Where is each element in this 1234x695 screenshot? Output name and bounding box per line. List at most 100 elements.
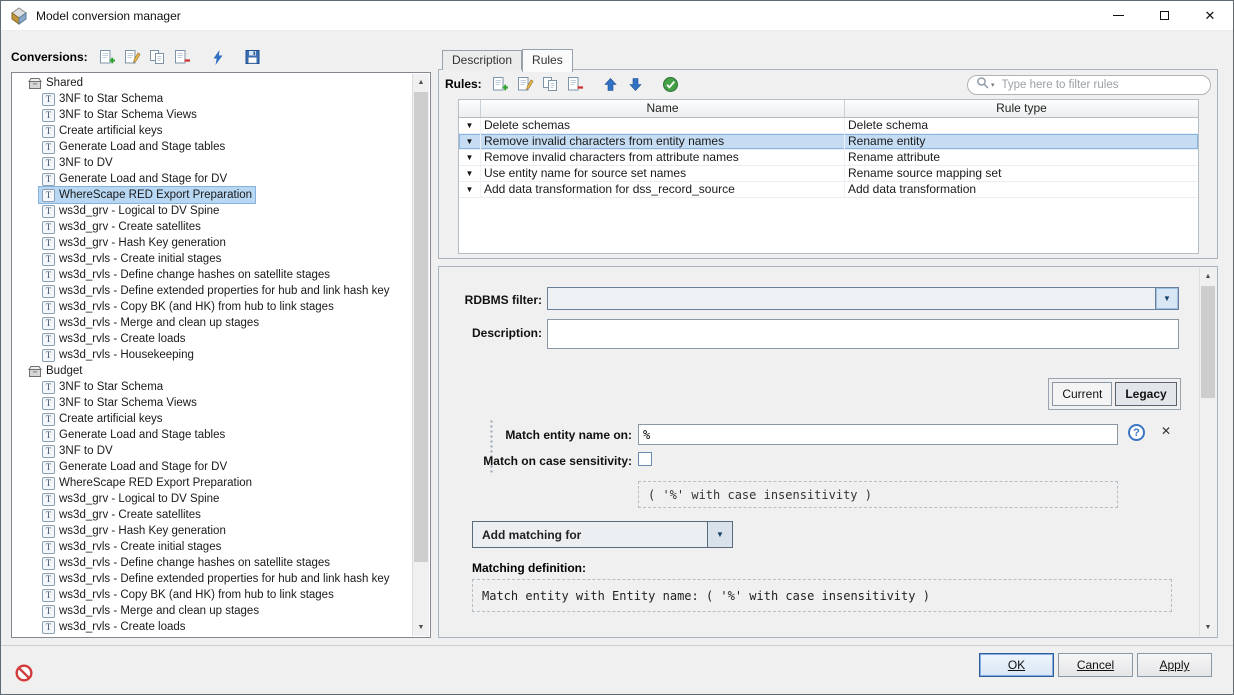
tree-item[interactable]: T ws3d_rvls - Copy BK (and HK) from hub … [12,299,430,315]
validate-rules-button[interactable] [660,73,682,95]
rule-row-menu[interactable]: ▼ [459,150,481,165]
maximize-button[interactable] [1141,1,1187,30]
header-rule-type[interactable]: Rule type [845,100,1198,117]
case-sensitivity-checkbox[interactable] [638,452,652,466]
scroll-down-icon[interactable]: ▼ [413,619,429,636]
conversion-icon: T [42,381,55,394]
ok-button[interactable]: OK [979,653,1054,677]
conversion-icon: T [42,109,55,122]
tree-item[interactable]: T 3NF to Star Schema Views [12,107,430,123]
tree-item[interactable]: T ws3d_rvls - Create loads [12,331,430,347]
delete-conversion-button[interactable] [172,46,194,68]
tree-item[interactable]: T ws3d_rvls - Define extended properties… [12,571,430,587]
rule-row[interactable]: ▼ Remove invalid characters from entity … [459,134,1198,150]
help-icon[interactable]: ? [1128,424,1145,441]
tree-item[interactable]: T ws3d_rvls - Create initial stages [12,539,430,555]
tree-item-label: 3NF to DV [59,157,113,169]
match-entity-name-input[interactable] [638,424,1118,445]
tree-item[interactable]: T ws3d_rvls - Create initial stages [12,251,430,267]
tree-group-shared[interactable]: Shared [12,75,430,91]
rule-row-menu[interactable]: ▼ [459,182,481,197]
rule-row[interactable]: ▼ Add data transformation for dss_record… [459,182,1198,198]
delete-rule-button[interactable] [565,73,587,95]
filter-rules-input[interactable] [1000,78,1202,92]
cancel-button[interactable]: Cancel [1058,653,1133,677]
tree-item[interactable]: T ws3d_rvls - Create loads [12,619,430,635]
tree-item[interactable]: T ws3d_grv - Create satellites [12,219,430,235]
close-button[interactable]: ✕ [1187,1,1233,30]
tree-item[interactable]: T ws3d_grv - Logical to DV Spine [12,203,430,219]
row-menu-icon: ▼ [466,186,474,194]
run-conversion-button[interactable] [207,46,229,68]
add-matching-combo[interactable]: Add matching for ▼ [472,521,733,548]
tree-item[interactable]: T 3NF to Star Schema Views [12,395,430,411]
tree-item[interactable]: T ws3d_grv - Hash Key generation [12,235,430,251]
move-rule-down-button[interactable] [625,73,647,95]
legacy-button[interactable]: Legacy [1115,382,1176,406]
tree-item[interactable]: T Generate Load and Stage tables [12,427,430,443]
save-conversion-button[interactable] [242,46,264,68]
tree-item[interactable]: T Create artificial keys [12,411,430,427]
minimize-button[interactable] [1095,1,1141,30]
tree-scrollbar-thumb[interactable] [414,92,428,562]
rules-table-body: ▼ Delete schemas Delete schema ▼ Remove … [459,118,1198,198]
tree-item[interactable]: T ws3d_rvls - Define change hashes on sa… [12,267,430,283]
tree-item[interactable]: T Create artificial keys [12,123,430,139]
tree-item[interactable]: T ws3d_grv - Create satellites [12,507,430,523]
tree-item[interactable]: T 3NF to DV [12,443,430,459]
tree-item[interactable]: T Generate Load and Stage for DV [12,459,430,475]
tree-item[interactable]: T ws3d_rvls - Copy BK (and HK) from hub … [12,587,430,603]
move-rule-up-button[interactable] [600,73,622,95]
tree-item[interactable]: T ws3d_rvls - Merge and clean up stages [12,603,430,619]
tree-item[interactable]: T Generate Load and Stage tables [12,139,430,155]
tree-item-label: ws3d_rvls - Create initial stages [59,253,221,265]
tree-item[interactable]: T ws3d_rvls - Define extended properties… [12,283,430,299]
tree-item[interactable]: T 3NF to DV [12,155,430,171]
tree-scrollbar[interactable]: ▲ ▼ [412,74,429,636]
chevron-down-icon[interactable]: ▼ [1155,288,1178,309]
scroll-up-icon[interactable]: ▲ [1200,268,1216,285]
chevron-down-icon[interactable]: ▼ [707,522,732,547]
description-field[interactable] [547,319,1179,349]
new-conversion-button[interactable] [97,46,119,68]
rule-name-cell: Delete schemas [481,118,845,133]
tree-item[interactable]: T 3NF to Star Schema [12,379,430,395]
tree-item[interactable]: T ws3d_rvls - Housekeeping [12,347,430,363]
rule-row[interactable]: ▼ Use entity name for source set names R… [459,166,1198,182]
tab-description[interactable]: Description [442,50,522,70]
remove-condition-icon[interactable]: ✕ [1161,424,1171,438]
tree-item[interactable]: T ws3d_rvls - Define change hashes on sa… [12,555,430,571]
tree-item[interactable]: T WhereScape RED Export Preparation [12,187,430,203]
current-button[interactable]: Current [1052,382,1112,406]
tab-rules[interactable]: Rules [522,49,573,72]
edit-rule-button[interactable] [515,73,537,95]
rule-row[interactable]: ▼ Delete schemas Delete schema [459,118,1198,134]
tree-group-budget[interactable]: Budget [12,363,430,379]
rule-name-cell: Remove invalid characters from attribute… [481,150,845,165]
rule-row-menu[interactable]: ▼ [459,118,481,133]
rule-row[interactable]: ▼ Remove invalid characters from attribu… [459,150,1198,166]
tree-item[interactable]: T ws3d_rvls - Merge and clean up stages [12,315,430,331]
rule-row-menu[interactable]: ▼ [459,166,481,181]
copy-rule-button[interactable] [540,73,562,95]
tree-item[interactable]: T Generate Load and Stage for DV [12,171,430,187]
tree-item[interactable]: T ws3d_grv - Logical to DV Spine [12,491,430,507]
edit-conversion-button[interactable] [122,46,144,68]
details-scrollbar[interactable]: ▲ ▼ [1199,268,1216,636]
search-dropdown-icon[interactable]: ▾ [991,81,995,89]
tree-item-label: ws3d_rvls - Define change hashes on sate… [59,269,330,281]
new-rule-button[interactable] [490,73,512,95]
rdbms-filter-combo[interactable]: ▼ [547,287,1179,310]
apply-button[interactable]: Apply [1137,653,1212,677]
scroll-down-icon[interactable]: ▼ [1200,619,1216,636]
scroll-up-icon[interactable]: ▲ [413,74,429,91]
tree-item[interactable]: T 3NF to Star Schema [12,91,430,107]
tree-item[interactable]: T WhereScape RED Export Preparation [12,475,430,491]
details-scrollbar-thumb[interactable] [1201,286,1215,398]
rule-row-menu[interactable]: ▼ [459,134,481,149]
header-name[interactable]: Name [481,100,845,117]
tree-item-label: ws3d_rvls - Copy BK (and HK) from hub to… [59,589,334,601]
copy-conversion-button[interactable] [147,46,169,68]
rule-type-cell: Delete schema [845,118,1198,133]
tree-item[interactable]: T ws3d_grv - Hash Key generation [12,523,430,539]
